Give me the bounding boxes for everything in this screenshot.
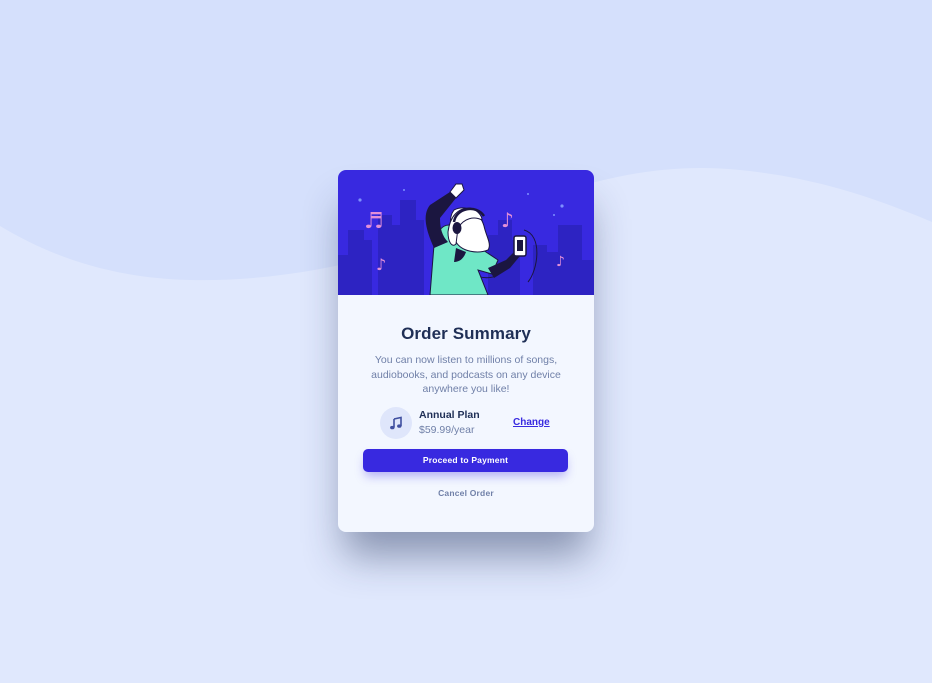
order-description: You can now listen to millions of songs,… (371, 354, 561, 395)
plan-name: Annual Plan (419, 409, 480, 421)
svg-text:♪: ♪ (501, 208, 514, 232)
cancel-order-button[interactable]: Cancel Order (338, 488, 594, 498)
svg-text:♬: ♬ (364, 209, 384, 234)
plan-summary: Annual Plan $59.99/year Change (380, 407, 556, 439)
svg-text:♪: ♪ (556, 254, 565, 270)
plan-price: $59.99/year (419, 424, 475, 436)
page-title: Order Summary (401, 324, 531, 343)
music-note-icon (380, 407, 412, 439)
proceed-to-payment-button[interactable]: Proceed to Payment (363, 449, 568, 472)
svg-text:♪: ♪ (376, 255, 386, 274)
change-plan-link[interactable]: Change (513, 417, 550, 428)
hero-illustration: ♬ ♪ ♪ ♪ (338, 170, 594, 295)
order-summary-card: ♬ ♪ ♪ ♪ Order Summary You can now listen… (338, 170, 594, 532)
